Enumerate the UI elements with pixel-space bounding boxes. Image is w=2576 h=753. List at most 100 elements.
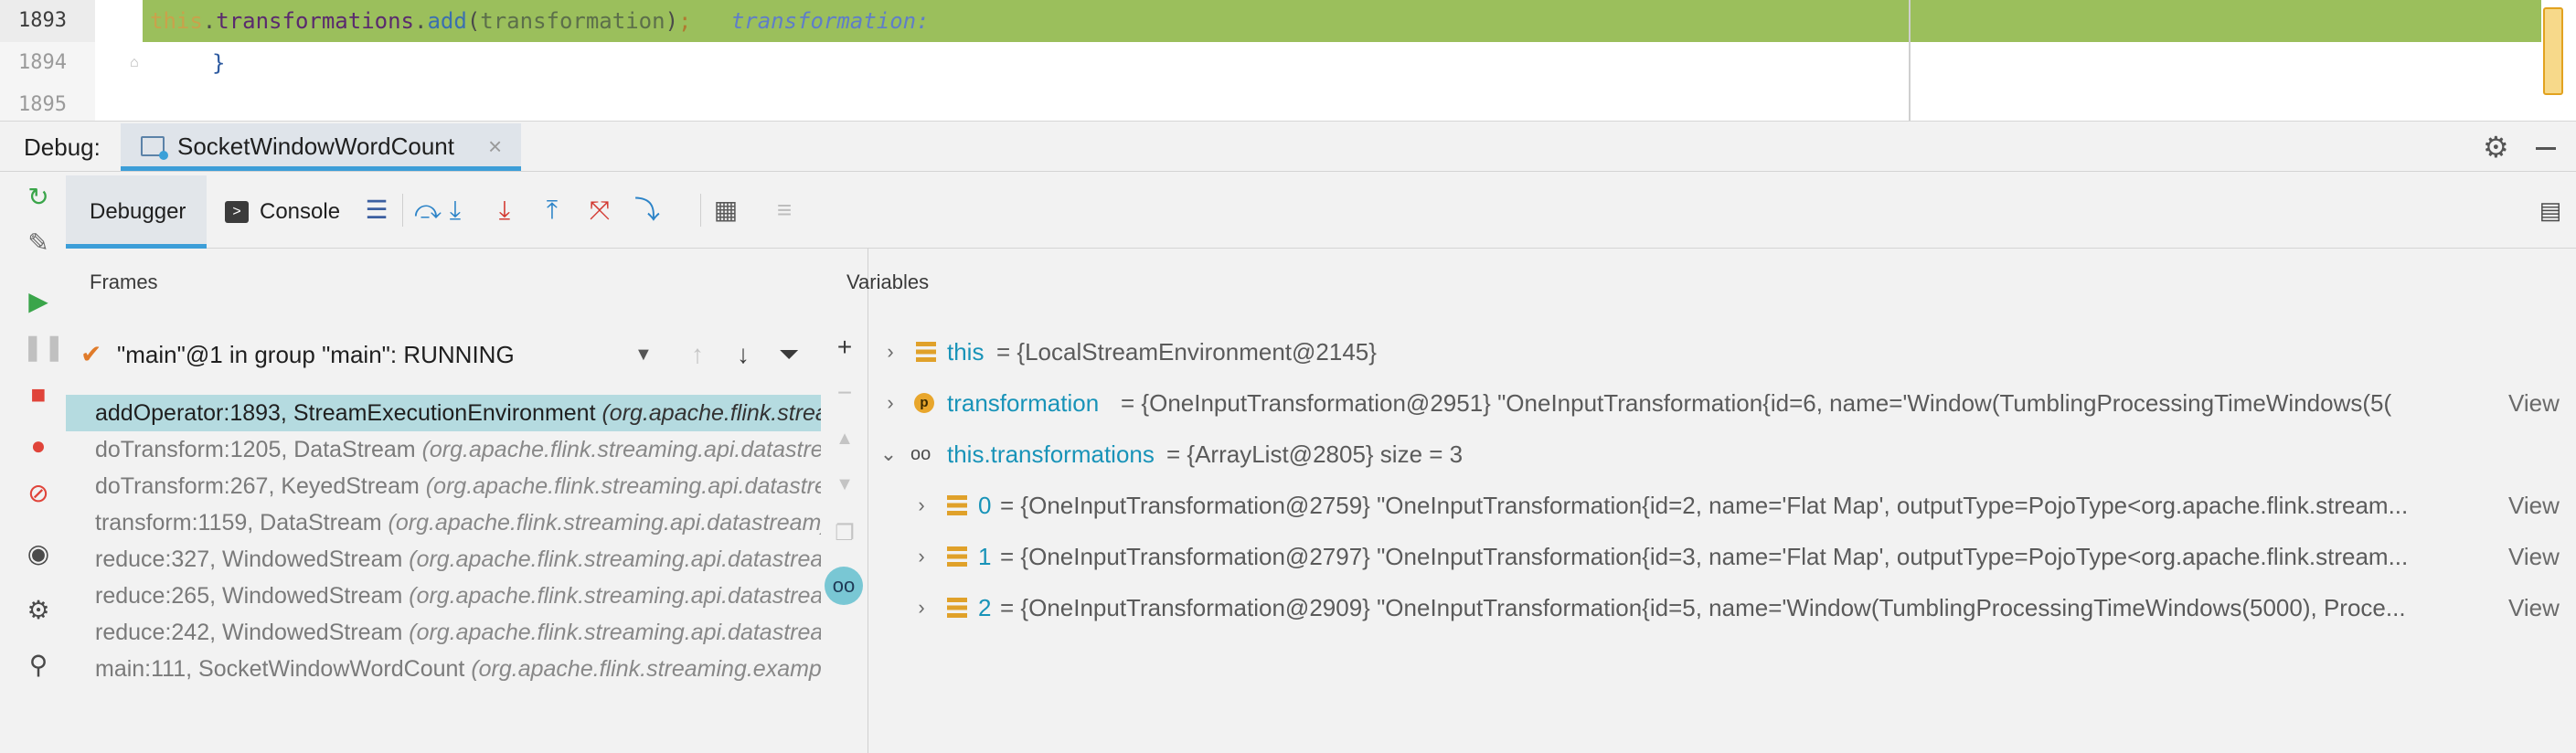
chevron-down-icon[interactable]: ▼: [634, 338, 653, 371]
variable-row[interactable]: ⌄ oo this.transformations = {ArrayList@2…: [868, 433, 2576, 475]
scrollbar-marker[interactable]: [2543, 7, 2563, 95]
move-up-icon[interactable]: ▲: [828, 422, 861, 455]
code-line[interactable]: 1894 ⌂ }: [0, 42, 2576, 84]
variable-name: 2: [978, 594, 992, 621]
frame-package: (org.apache.flink.streaming.api.datastre…: [388, 510, 821, 536]
trace-current-stream-icon[interactable]: ≡: [768, 194, 801, 227]
pin-icon[interactable]: ⚲: [22, 649, 55, 682]
variable-row[interactable]: › this = {LocalStreamEnvironment@2145}: [868, 331, 2576, 373]
code-dot: .: [414, 8, 428, 34]
close-icon[interactable]: ×: [488, 123, 502, 169]
stop-icon[interactable]: ■: [22, 378, 55, 411]
show-execution-point-icon[interactable]: ☰: [360, 194, 393, 227]
view-link[interactable]: View: [2508, 382, 2560, 424]
variable-name: 1: [978, 543, 992, 570]
move-down-icon[interactable]: ▼: [828, 468, 861, 501]
add-watch-icon[interactable]: +: [828, 331, 861, 364]
watch-icon: oo: [910, 444, 931, 464]
code-text[interactable]: this.transformations.add(transformation)…: [150, 0, 942, 42]
frame-item[interactable]: addOperator:1893, StreamExecutionEnviron…: [66, 395, 821, 431]
frame-method: addOperator:1893, StreamExecutionEnviron…: [95, 400, 602, 426]
code-dot: .: [202, 8, 217, 34]
frame-item[interactable]: doTransform:1205, DataStream (org.apache…: [66, 431, 821, 468]
fold-icon[interactable]: ⌂: [130, 55, 144, 71]
variable-row[interactable]: › p transformation = {OneInputTransforma…: [868, 382, 2576, 424]
variable-row[interactable]: › 0 = {OneInputTransformation@2759} "One…: [868, 484, 2576, 526]
frame-item[interactable]: transform:1159, DataStream (org.apache.f…: [66, 504, 821, 541]
view-breakpoints-icon[interactable]: ●: [22, 430, 55, 462]
variable-row[interactable]: › 2 = {OneInputTransformation@2909} "One…: [868, 587, 2576, 629]
parameter-icon: p: [914, 393, 934, 413]
frame-package: (org.apache.flink.streaming.api.datastre…: [409, 546, 821, 572]
pause-icon[interactable]: ❚❚: [22, 331, 65, 364]
chevron-right-icon[interactable]: ›: [910, 484, 932, 526]
force-step-into-icon[interactable]: ⤓: [488, 194, 521, 227]
frame-method: transform:1159, DataStream: [95, 510, 389, 536]
run-to-cursor-icon[interactable]: ⤵: [631, 194, 664, 227]
line-number: 1894: [0, 42, 95, 84]
frame-up-icon[interactable]: ↑: [684, 338, 711, 371]
frame-down-icon[interactable]: ↓: [729, 338, 757, 371]
duplicate-icon[interactable]: ❐: [828, 517, 861, 550]
frame-method: reduce:265, WindowedStream: [95, 583, 410, 609]
remove-watch-icon[interactable]: −: [828, 376, 861, 409]
filter-icon[interactable]: ⏷: [775, 338, 803, 371]
step-into-icon[interactable]: ⤓: [439, 194, 472, 227]
gear-icon[interactable]: ⚙: [2483, 131, 2509, 164]
tab-debugger[interactable]: Debugger: [66, 175, 207, 249]
line-number: 1895: [0, 84, 95, 121]
chevron-right-icon[interactable]: ›: [910, 536, 932, 578]
code-param: transformation: [480, 8, 665, 34]
frame-item[interactable]: doTransform:267, KeyedStream (org.apache…: [66, 468, 821, 504]
layout-settings-icon[interactable]: ▤: [2534, 194, 2567, 227]
debug-label: Debug:: [24, 133, 101, 161]
chevron-right-icon[interactable]: ›: [879, 331, 901, 373]
console-icon: >: [225, 201, 249, 223]
view-link[interactable]: View: [2508, 587, 2560, 629]
toolbar-divider: [700, 194, 701, 227]
show-watches-icon[interactable]: oo: [825, 567, 863, 605]
frame-package: (org.apache.flink.streaming.examples): [471, 656, 821, 682]
tab-console-label: Console: [260, 199, 341, 224]
code-method: add: [427, 8, 467, 34]
rerun-icon[interactable]: ↻: [22, 181, 55, 214]
frame-item[interactable]: reduce:327, WindowedStream (org.apache.f…: [66, 541, 821, 578]
variable-name: this: [947, 338, 985, 366]
chevron-right-icon[interactable]: ›: [879, 382, 901, 424]
code-line[interactable]: 1895: [0, 84, 2576, 121]
frame-method: reduce:327, WindowedStream: [95, 546, 410, 572]
debug-side-toolbar: ↻ ✎ ▶ ❚❚ ■ ● ⊘ ◉ ⚙ ⚲: [0, 172, 66, 753]
variable-name: this.transformations: [947, 440, 1155, 468]
code-paren: (: [466, 8, 481, 34]
chevron-right-icon[interactable]: ›: [910, 587, 932, 629]
variable-row[interactable]: › 1 = {OneInputTransformation@2797} "One…: [868, 536, 2576, 578]
camera-icon[interactable]: ◉: [22, 537, 55, 570]
frame-item[interactable]: main:111, SocketWindowWordCount (org.apa…: [66, 651, 821, 687]
run-config-tab[interactable]: SocketWindowWordCount ×: [121, 123, 521, 171]
settings-icon[interactable]: ⚙: [22, 594, 55, 627]
thread-selector[interactable]: ✔ "main"@1 in group "main": RUNNING ▼ ↑ …: [66, 329, 821, 384]
frame-package: (org.apache.flink.streaming.api.datastre…: [421, 437, 821, 462]
frame-item[interactable]: reduce:242, WindowedStream (org.apache.f…: [66, 614, 821, 651]
debug-tool-window-header: Debug: SocketWindowWordCount × ⚙: [0, 121, 2576, 172]
chevron-down-icon[interactable]: ⌄: [878, 433, 899, 475]
frame-method: doTransform:1205, DataStream: [95, 437, 422, 462]
view-link[interactable]: View: [2508, 536, 2560, 578]
drop-frame-icon[interactable]: ⤧: [583, 194, 616, 227]
step-out-icon[interactable]: ⤒: [536, 194, 569, 227]
frame-package: (org.apache.flink.streaming.api.datastre…: [409, 620, 821, 645]
field-icon: [916, 342, 936, 362]
view-link[interactable]: View: [2508, 484, 2560, 526]
wrench-icon[interactable]: ✎: [22, 227, 55, 260]
code-line-current[interactable]: 1893 this.transformations.add(transforma…: [0, 0, 2576, 42]
resume-icon[interactable]: ▶: [22, 285, 55, 318]
field-icon: [947, 495, 967, 515]
code-editor[interactable]: 1893 this.transformations.add(transforma…: [0, 0, 2576, 121]
minimize-icon[interactable]: [2536, 147, 2556, 150]
frame-item[interactable]: reduce:265, WindowedStream (org.apache.f…: [66, 578, 821, 614]
variable-value: = {OneInputTransformation@2797} "OneInpu…: [1000, 543, 2409, 570]
field-icon: [947, 598, 967, 618]
frame-package: (org.apache.flink.streaming.api.datastre…: [425, 473, 821, 499]
mute-breakpoints-icon[interactable]: ⊘: [22, 477, 55, 510]
evaluate-expression-icon[interactable]: ▦: [709, 194, 742, 227]
